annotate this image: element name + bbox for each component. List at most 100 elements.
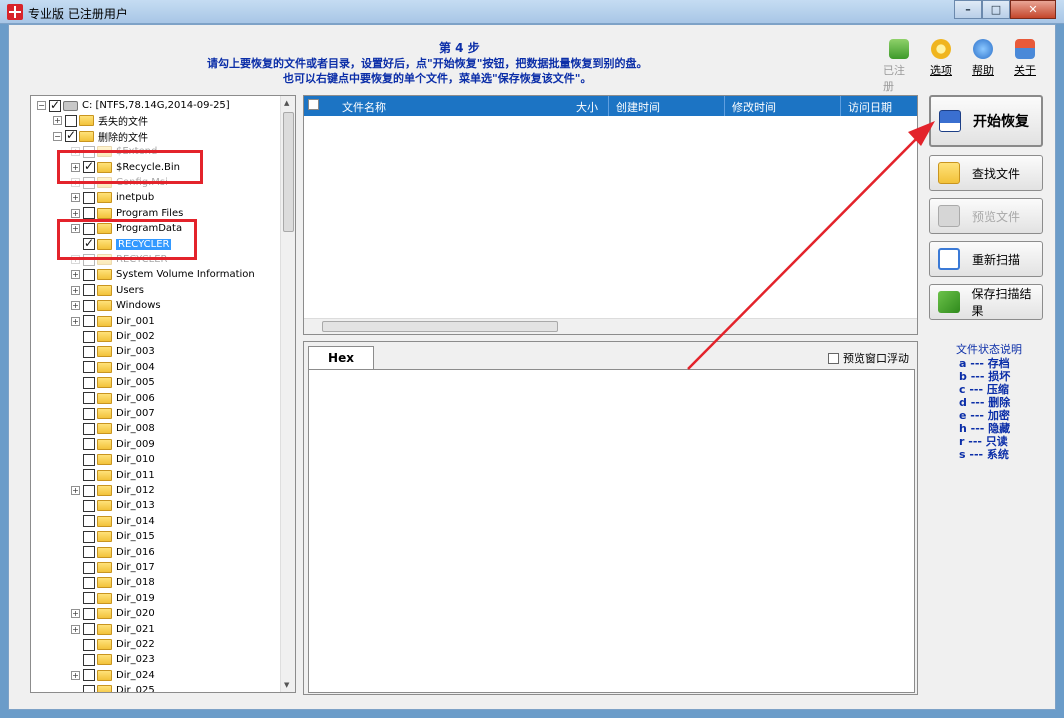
tree-checkbox[interactable] bbox=[83, 284, 95, 297]
tree-item[interactable]: − 删除的文件 bbox=[53, 128, 148, 144]
file-list-scroll-thumb[interactable] bbox=[322, 321, 558, 332]
tree-item[interactable]: Dir_016 bbox=[71, 545, 155, 560]
minimize-button[interactable]: – bbox=[954, 0, 982, 19]
tree-scroll-thumb[interactable] bbox=[283, 112, 294, 232]
tree-checkbox[interactable] bbox=[83, 330, 95, 343]
tree-checkbox[interactable] bbox=[83, 499, 95, 512]
tree-item[interactable]: + Dir_001 bbox=[71, 314, 155, 329]
tree-item[interactable]: − C: [NTFS,78.14G,2014-09-25] bbox=[37, 98, 230, 113]
col-name[interactable]: 文件名称 bbox=[342, 99, 386, 115]
tree-item[interactable]: Dir_004 bbox=[71, 360, 155, 375]
tree-checkbox[interactable] bbox=[83, 345, 95, 358]
expand-icon[interactable]: + bbox=[71, 301, 80, 311]
expand-icon[interactable]: + bbox=[71, 316, 80, 326]
col-created[interactable]: 创建时间 bbox=[616, 99, 660, 115]
tree-item[interactable]: Dir_009 bbox=[71, 437, 155, 452]
expand-icon[interactable]: + bbox=[71, 486, 80, 495]
tree-checkbox[interactable] bbox=[83, 561, 95, 574]
tree-item[interactable]: Dir_007 bbox=[71, 406, 155, 421]
tree-scrollbar[interactable]: ▲ ▼ bbox=[280, 96, 295, 692]
expand-icon[interactable]: + bbox=[71, 270, 80, 280]
save-scan-button[interactable]: 保存扫描结果 bbox=[929, 284, 1043, 320]
tree-item[interactable]: + Dir_024 bbox=[71, 668, 155, 683]
tree-item[interactable]: Dir_003 bbox=[71, 344, 155, 359]
directory-tree[interactable]: − C: [NTFS,78.14G,2014-09-25] + 丢失的文件 − 删除的文件… bbox=[30, 95, 296, 693]
tree-item[interactable]: Dir_023 bbox=[71, 652, 155, 667]
tree-item[interactable]: Dir_010 bbox=[71, 452, 155, 467]
tree-checkbox[interactable] bbox=[83, 669, 95, 682]
tree-item[interactable]: Dir_008 bbox=[71, 421, 155, 436]
expand-icon[interactable]: + bbox=[71, 670, 80, 680]
start-recovery-button[interactable]: 开始恢复 bbox=[929, 95, 1043, 147]
tree-item[interactable]: + inetpub bbox=[71, 190, 154, 205]
expand-icon[interactable]: + bbox=[71, 624, 80, 634]
tree-checkbox[interactable] bbox=[83, 469, 95, 482]
find-file-button[interactable]: 查找文件 bbox=[929, 155, 1043, 191]
expand-icon[interactable]: + bbox=[53, 116, 62, 126]
tree-checkbox[interactable] bbox=[83, 299, 95, 312]
tree-item[interactable]: + Users bbox=[71, 283, 144, 298]
select-all-checkbox[interactable] bbox=[308, 99, 319, 110]
tree-checkbox[interactable] bbox=[83, 376, 95, 389]
tree-checkbox[interactable] bbox=[83, 653, 95, 666]
about-button[interactable]: 关于 bbox=[1009, 39, 1041, 94]
tree-checkbox[interactable] bbox=[65, 128, 77, 143]
expand-icon[interactable]: + bbox=[71, 208, 80, 218]
tree-checkbox[interactable] bbox=[83, 191, 95, 204]
tree-checkbox[interactable] bbox=[83, 438, 95, 451]
close-button[interactable]: ✕ bbox=[1010, 0, 1056, 19]
tree-checkbox[interactable] bbox=[83, 592, 95, 605]
tree-checkbox[interactable] bbox=[83, 484, 95, 497]
tree-checkbox[interactable] bbox=[83, 638, 95, 651]
tree-item[interactable]: Dir_002 bbox=[71, 329, 155, 344]
tree-item[interactable]: Dir_019 bbox=[71, 591, 155, 606]
float-preview-checkbox[interactable]: 预览窗口浮动 bbox=[828, 350, 909, 366]
tree-item[interactable]: + System Volume Information bbox=[71, 267, 255, 282]
tree-item[interactable]: + Dir_012 bbox=[71, 483, 155, 498]
tree-checkbox[interactable] bbox=[83, 392, 95, 405]
tree-item[interactable]: + Dir_020 bbox=[71, 606, 155, 621]
collapse-icon[interactable]: − bbox=[53, 131, 62, 141]
tree-item[interactable]: Dir_005 bbox=[71, 375, 155, 390]
col-modified[interactable]: 修改时间 bbox=[732, 99, 776, 115]
expand-icon[interactable]: + bbox=[71, 193, 80, 203]
tree-item[interactable]: Dir_006 bbox=[71, 391, 155, 406]
tree-checkbox[interactable] bbox=[83, 530, 95, 543]
maximize-button[interactable]: □ bbox=[982, 0, 1010, 19]
file-list-hscrollbar[interactable] bbox=[304, 318, 917, 334]
tree-item[interactable]: Dir_014 bbox=[71, 514, 155, 529]
preview-file-button[interactable]: 预览文件 bbox=[929, 198, 1043, 234]
tree-checkbox[interactable] bbox=[49, 98, 61, 112]
registered-button[interactable]: 已注册 bbox=[883, 39, 915, 94]
float-preview-box[interactable] bbox=[828, 352, 839, 364]
tree-item[interactable]: + 丢失的文件 bbox=[53, 113, 148, 128]
tree-checkbox[interactable] bbox=[83, 361, 95, 374]
tree-checkbox[interactable] bbox=[83, 515, 95, 528]
col-accessed[interactable]: 访问日期 bbox=[848, 99, 892, 115]
tree-checkbox[interactable] bbox=[83, 576, 95, 589]
tree-checkbox[interactable] bbox=[83, 315, 95, 328]
tree-checkbox[interactable] bbox=[83, 546, 95, 559]
tree-checkbox[interactable] bbox=[83, 207, 95, 220]
tree-item[interactable]: Dir_025 bbox=[71, 683, 155, 692]
tree-item[interactable]: Dir_015 bbox=[71, 529, 155, 544]
tree-checkbox[interactable] bbox=[65, 114, 77, 127]
tree-item[interactable]: Dir_011 bbox=[71, 468, 155, 483]
tree-checkbox[interactable] bbox=[83, 453, 95, 466]
tree-checkbox[interactable] bbox=[83, 422, 95, 435]
tree-checkbox[interactable] bbox=[83, 607, 95, 620]
tree-checkbox[interactable] bbox=[83, 684, 95, 692]
tree-item[interactable]: + Dir_021 bbox=[71, 622, 155, 637]
options-button[interactable]: 选项 bbox=[925, 39, 957, 94]
tree-checkbox[interactable] bbox=[83, 268, 95, 281]
col-size[interactable]: 大小 bbox=[576, 99, 598, 115]
hex-view[interactable] bbox=[308, 369, 915, 693]
tree-item[interactable]: Dir_018 bbox=[71, 575, 155, 590]
tree-checkbox[interactable] bbox=[83, 623, 95, 636]
expand-icon[interactable]: + bbox=[71, 285, 80, 295]
tree-item[interactable]: Dir_022 bbox=[71, 637, 155, 652]
tree-item[interactable]: + Windows bbox=[71, 298, 161, 313]
file-list[interactable]: 文件名称 大小 创建时间 修改时间 访问日期 bbox=[303, 95, 918, 335]
expand-icon[interactable]: + bbox=[71, 609, 80, 619]
tree-item[interactable]: Dir_017 bbox=[71, 560, 155, 575]
